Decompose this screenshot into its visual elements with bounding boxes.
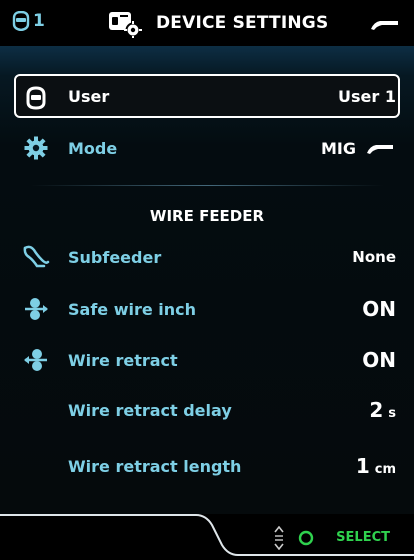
welding-helmet-icon [26,86,46,110]
subfeeder-row-icon [20,235,52,279]
wire-retract-row-icon [20,338,52,382]
wire-retract-length-value: 1 [355,454,370,478]
wire-retract-length-label: Wire retract length [68,456,242,476]
wire-retract-delay-label: Wire retract delay [68,400,232,420]
user-row[interactable]: User User 1 [14,74,400,118]
active-user-indicator: 1 [12,11,45,31]
wire-retract-length-unit: cm [374,462,396,477]
mode-value-group: MIG [321,139,394,158]
user-value: User 1 [338,86,396,106]
mode-value: MIG [320,138,356,158]
select-button[interactable]: SELECT [336,530,390,545]
safe-wire-inch-value: ON [362,297,396,321]
wire-retract-length-value-group: 1 cm [356,454,396,478]
wire-retract-delay-value-group: 2 s [369,398,396,422]
device-settings-icon [109,12,142,38]
mode-row[interactable]: Mode MIG [14,126,400,170]
page-header: DEVICE SETTINGS [108,8,328,38]
wire-retract-icon [24,349,47,371]
wire-retract-delay-row[interactable]: Wire retract delay 2 s [14,388,400,432]
wire-retract-length-row[interactable]: Wire retract length 1 cm [14,444,400,488]
mig-torch-icon [367,145,393,154]
subfeeder-value: None [352,248,396,266]
mode-label: Mode [68,138,118,158]
page-title: DEVICE SETTINGS [156,13,329,33]
safe-wire-inch-row-icon [20,287,52,331]
wire-retract-label: Wire retract [68,350,178,370]
wire-retract-value: ON [362,348,396,372]
section-divider [30,185,384,186]
mig-torch-icon [371,21,398,30]
scroll-icon [274,526,284,550]
settings-panel: User User 1 Mode MIG WIRE FEEDER Subfeed… [0,46,414,514]
user-row-icon [20,76,52,120]
welding-helmet-icon [12,11,30,31]
torch-indicator [370,16,400,35]
top-bar: 1 DEVICE SETTINGS [0,0,414,46]
user-label: User [68,86,110,106]
safe-wire-inch-label: Safe wire inch [68,299,197,319]
gear-icon [24,136,48,160]
device-settings-screen: 1 DEVICE SETTINGS User User 1 Mode MIG W… [0,0,414,560]
subfeeder-row[interactable]: Subfeeder None [14,235,400,279]
subfeeder-label: Subfeeder [68,247,162,267]
wire-inch-icon [25,298,48,320]
subfeeder-icon [23,245,50,268]
active-user-number: 1 [33,11,45,31]
select-circle-icon[interactable] [298,530,314,546]
safe-wire-inch-row[interactable]: Safe wire inch ON [14,287,400,331]
mode-row-icon [20,126,52,170]
wire-retract-row[interactable]: Wire retract ON [14,338,400,382]
bottom-bar: SELECT [0,514,414,560]
wire-retract-delay-value: 2 [369,398,384,422]
section-title-wire-feeder: WIRE FEEDER [149,207,265,225]
wire-retract-delay-unit: s [388,406,396,421]
